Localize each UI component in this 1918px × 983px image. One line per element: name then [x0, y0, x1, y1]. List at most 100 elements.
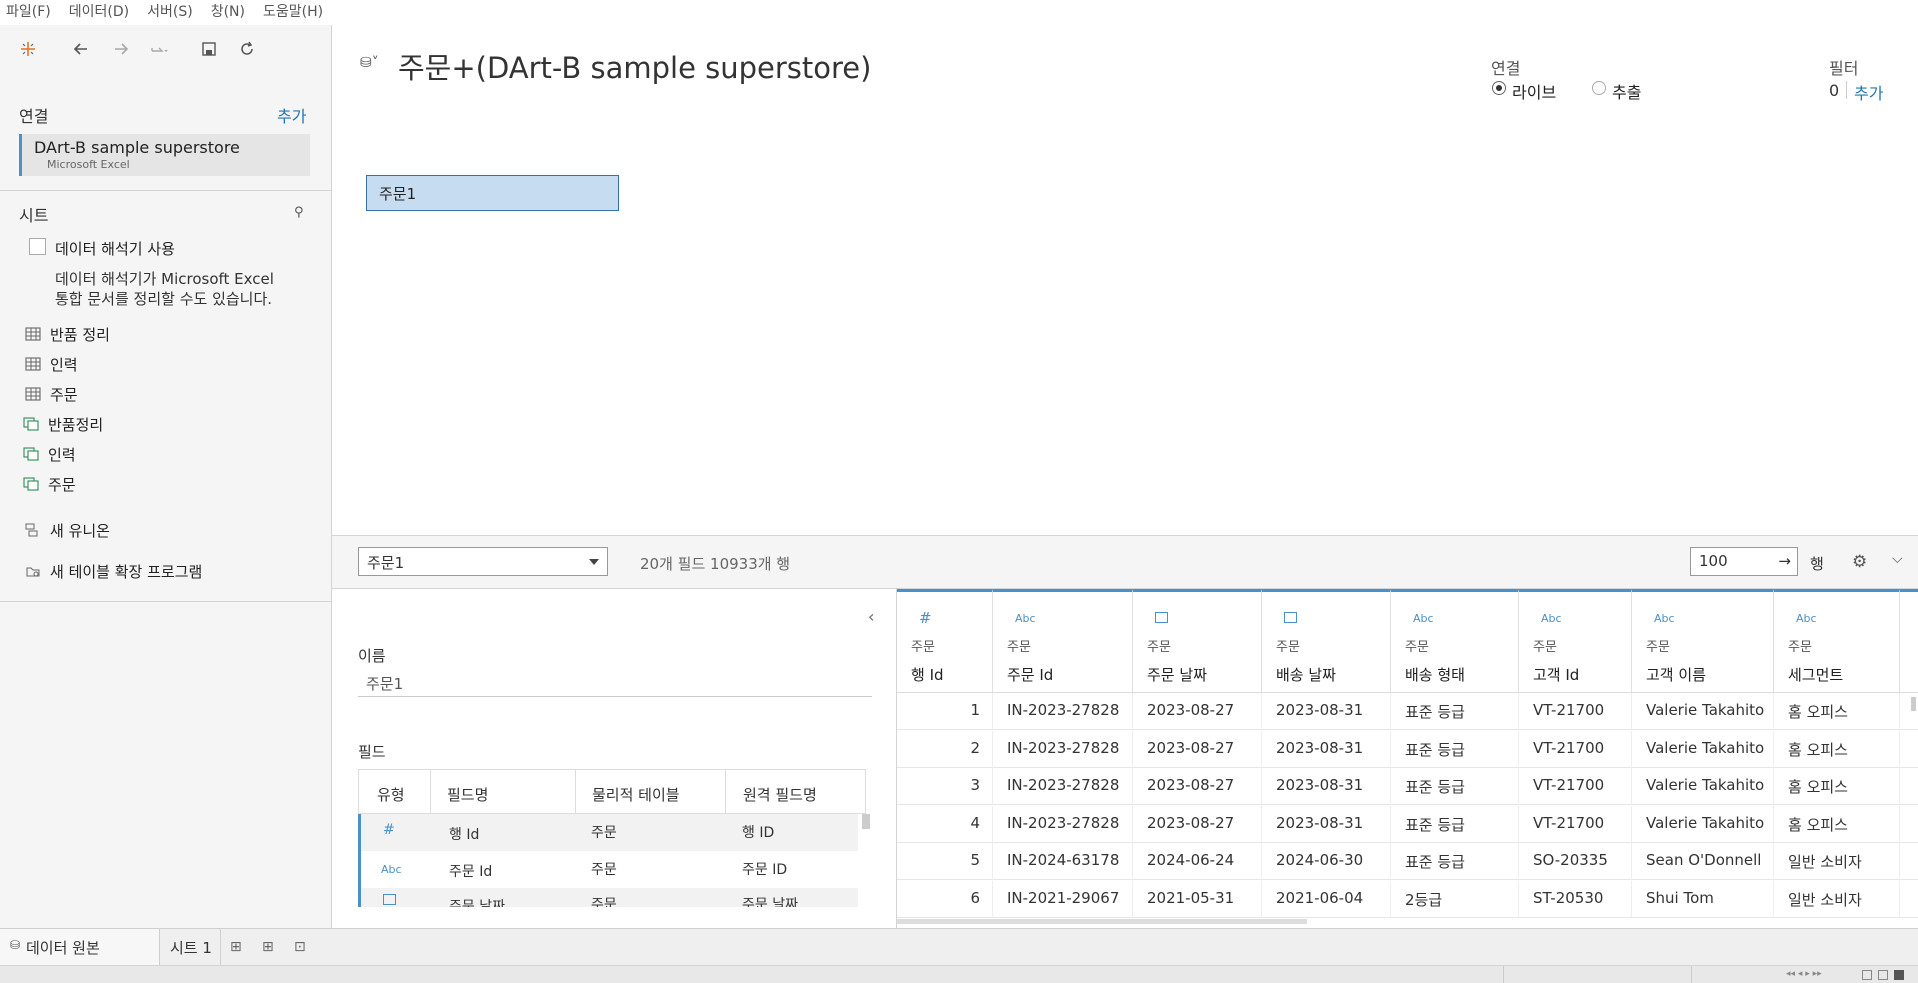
sheet-item[interactable]: 반품 정리: [25, 323, 110, 345]
grid-column-header[interactable]: # 주문 행 Id: [897, 589, 993, 692]
grid-cell[interactable]: 2: [897, 730, 993, 768]
redo-dropdown-icon[interactable]: [148, 38, 170, 60]
grid-cell[interactable]: IN-2023-27828: [993, 768, 1133, 805]
field-name[interactable]: 행 Id: [449, 824, 479, 844]
grid-cell[interactable]: VT-21700: [1519, 768, 1632, 805]
grid-cell[interactable]: 홈 오피스: [1774, 805, 1900, 843]
first-page-icon[interactable]: ◂◂ ◂ ▸ ▸▸: [1786, 969, 1822, 979]
grid-cell[interactable]: 홈 오피스: [1774, 693, 1900, 730]
grid-cell[interactable]: IN-2021-29067: [993, 880, 1133, 918]
collapse-chevron-icon[interactable]: ‹: [868, 607, 874, 626]
string-type-icon[interactable]: Abc: [1015, 612, 1036, 625]
field-name[interactable]: 주문 날짜: [449, 896, 505, 907]
string-type-icon[interactable]: Abc: [1796, 612, 1817, 625]
datasource-icon[interactable]: ⛁˅: [360, 55, 379, 71]
grid-column-header[interactable]: Abc 주문 고객 이름: [1632, 589, 1774, 692]
scrollbar-thumb[interactable]: [862, 814, 870, 829]
grid-cell[interactable]: 표준 등급: [1391, 768, 1519, 805]
column-header-remote-name[interactable]: 원격 필드명: [743, 784, 817, 805]
save-icon[interactable]: [198, 38, 220, 60]
grid-cell[interactable]: Valerie Takahito: [1632, 768, 1774, 805]
back-arrow-icon[interactable]: [70, 38, 92, 60]
string-type-icon[interactable]: Abc: [1654, 612, 1675, 625]
new-story-icon[interactable]: ⊡: [294, 939, 306, 955]
grid-cell[interactable]: 4: [897, 805, 993, 843]
grid-column-header[interactable]: 주문 배송 날짜: [1262, 589, 1391, 692]
grid-cell[interactable]: 2021-05-31: [1133, 880, 1262, 918]
sheet-item[interactable]: 인력: [25, 353, 78, 375]
grid-cell[interactable]: 2등급: [1391, 880, 1519, 918]
rows-input[interactable]: 100 →: [1690, 547, 1798, 576]
horizontal-scrollbar[interactable]: [897, 919, 1307, 924]
grid-cell[interactable]: 3: [897, 768, 993, 805]
grid-view-icon[interactable]: [1862, 970, 1872, 980]
calendar-icon[interactable]: [1284, 612, 1297, 623]
grid-cell[interactable]: 표준 등급: [1391, 693, 1519, 730]
grid-cell[interactable]: IN-2023-27828: [993, 730, 1133, 768]
gear-icon[interactable]: ⚙: [1852, 552, 1867, 572]
grid-cell[interactable]: IN-2024-63178: [993, 843, 1133, 880]
grid-cell[interactable]: IN-2023-27828: [993, 805, 1133, 843]
grid-column-header[interactable]: Abc 주문 고객 Id: [1519, 589, 1632, 692]
new-union-item[interactable]: 새 유니온: [25, 519, 110, 541]
string-type-icon[interactable]: Abc: [1413, 612, 1434, 625]
vertical-scrollbar[interactable]: [1911, 697, 1916, 711]
string-type-icon[interactable]: Abc: [1541, 612, 1562, 625]
grid-cell[interactable]: 일반 소비자: [1774, 843, 1900, 880]
grid-column-header[interactable]: 주문 주문 날짜: [1133, 589, 1262, 692]
tableau-logo-icon[interactable]: [17, 38, 39, 60]
refresh-icon[interactable]: [236, 38, 258, 60]
number-type-icon[interactable]: #: [383, 822, 395, 838]
grid-column-header[interactable]: [1900, 589, 1918, 692]
column-header-type[interactable]: 유형: [377, 784, 405, 805]
chevron-down-icon[interactable]: ⌵: [1892, 551, 1903, 567]
grid-cell[interactable]: IN-2023-27828: [993, 693, 1133, 730]
column-header-physical-table[interactable]: 물리적 테이블: [592, 784, 680, 805]
grid-cell[interactable]: 2023-08-27: [1133, 805, 1262, 843]
grid-cell[interactable]: 2023-08-31: [1262, 768, 1391, 805]
grid-column-header[interactable]: Abc 주문 주문 Id: [993, 589, 1133, 692]
extract-radio[interactable]: [1592, 81, 1606, 95]
grid-cell[interactable]: Valerie Takahito: [1632, 805, 1774, 843]
grid-cell[interactable]: ST-20530: [1519, 880, 1632, 918]
sheet-tab[interactable]: 시트 1: [160, 929, 221, 965]
grid-cell[interactable]: 2023-08-31: [1262, 693, 1391, 730]
grid-column-header[interactable]: Abc 주문 배송 형태: [1391, 589, 1519, 692]
grid-cell[interactable]: Valerie Takahito: [1632, 730, 1774, 768]
new-worksheet-icon[interactable]: ⊞: [230, 939, 242, 955]
field-name[interactable]: 주문 Id: [449, 861, 492, 881]
tab-view-icon[interactable]: [1894, 970, 1904, 980]
grid-cell[interactable]: Sean O'Donnell: [1632, 843, 1774, 880]
grid-cell[interactable]: 2024-06-30: [1262, 843, 1391, 880]
string-type-icon[interactable]: Abc: [381, 863, 402, 876]
search-icon[interactable]: ⚲: [294, 205, 304, 220]
new-extension-item[interactable]: 새 테이블 확장 프로그램: [25, 560, 202, 582]
grid-cell[interactable]: 2023-08-27: [1133, 693, 1262, 730]
named-range-item[interactable]: 주문: [23, 473, 76, 495]
grid-cell[interactable]: 홈 오피스: [1774, 768, 1900, 805]
arrow-right-icon[interactable]: →: [1778, 552, 1791, 570]
table-name-field[interactable]: 주문1: [366, 673, 403, 694]
grid-cell[interactable]: 표준 등급: [1391, 805, 1519, 843]
canvas-table-box[interactable]: 주문1: [366, 175, 619, 211]
grid-cell[interactable]: VT-21700: [1519, 805, 1632, 843]
grid-cell[interactable]: Shui Tom: [1632, 880, 1774, 918]
grid-cell[interactable]: 표준 등급: [1391, 843, 1519, 880]
grid-cell[interactable]: 홈 오피스: [1774, 730, 1900, 768]
menu-data[interactable]: 데이터(D): [69, 0, 129, 25]
grid-cell[interactable]: 2023-08-31: [1262, 805, 1391, 843]
grid-cell[interactable]: VT-21700: [1519, 693, 1632, 730]
filmstrip-view-icon[interactable]: [1878, 970, 1888, 980]
grid-cell[interactable]: SO-20335: [1519, 843, 1632, 880]
calendar-icon[interactable]: [383, 894, 396, 905]
calendar-icon[interactable]: [1155, 612, 1168, 623]
grid-cell[interactable]: 2023-08-31: [1262, 730, 1391, 768]
grid-cell[interactable]: 일반 소비자: [1774, 880, 1900, 918]
field-row[interactable]: # 행 Id 주문 행 ID: [358, 814, 858, 851]
connection-item[interactable]: DArt-B sample superstore Microsoft Excel: [19, 134, 310, 176]
datasource-tab[interactable]: ⛁ 데이터 원본: [0, 929, 160, 965]
field-row[interactable]: Abc 주문 Id 주문 주문 ID: [358, 851, 858, 888]
sheet-item[interactable]: 주문: [25, 383, 78, 405]
interpreter-checkbox[interactable]: [29, 238, 46, 255]
new-dashboard-icon[interactable]: ⊞: [262, 939, 274, 955]
